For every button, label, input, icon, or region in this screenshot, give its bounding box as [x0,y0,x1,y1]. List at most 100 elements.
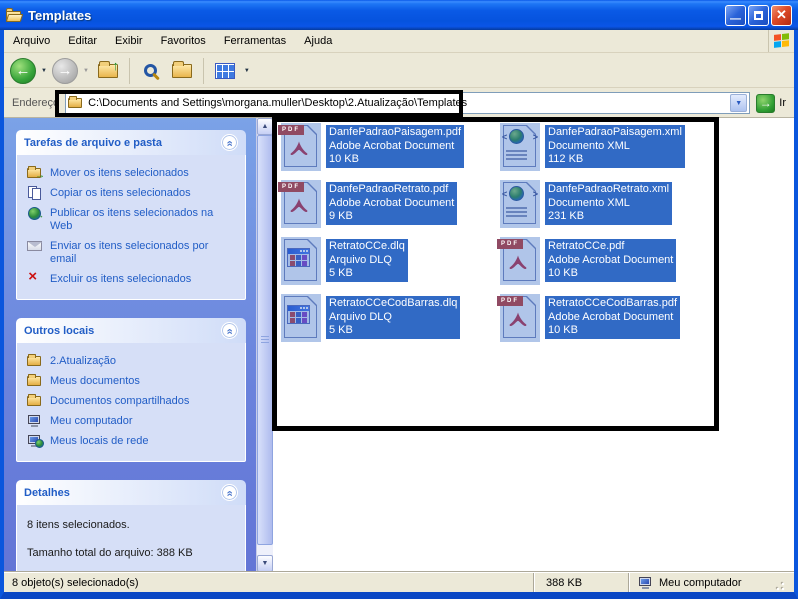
folder-window-icon [6,8,23,22]
task-item[interactable]: →× Enviar os itens selecionados por emai… [27,236,239,269]
back-dropdown-icon[interactable]: ▼ [39,68,49,74]
search-button[interactable] [137,57,165,85]
menu-item[interactable]: Ferramentas [215,32,295,50]
network-icon [27,434,43,448]
file-item[interactable]: PDF <> RetratoCCeCodBarras.dlq Arquivo D… [281,294,500,351]
status-location: Meu computador [628,573,794,592]
file-type: Adobe Acrobat Document [329,197,454,211]
file-size: 5 KB [329,324,457,338]
file-label: DanfePadraoPaisagem.xml Documento XML 11… [545,125,685,168]
place-label: Meus documentos [50,374,140,388]
task-item[interactable]: →× Copiar os itens selecionados [27,183,239,203]
file-size: 9 KB [329,210,454,224]
toolbar-separator [129,58,130,84]
file-type: Arquivo DLQ [329,311,457,325]
window-title: Templates [28,8,91,23]
copy-icon: →× [27,186,43,200]
panel-title: Tarefas de arquivo e pasta [24,137,221,149]
file-label: RetratoCCe.dlq Arquivo DLQ 5 KB [326,239,408,282]
forward-dropdown-icon[interactable]: ▼ [81,68,91,74]
address-input[interactable]: C:\Documents and Settings\morgana.muller… [65,92,750,114]
panel-other-places-header[interactable]: Outros locais « [16,318,246,343]
place-item[interactable]: Meu computador [27,411,239,431]
place-item[interactable]: Meus documentos [27,371,239,391]
file-item[interactable]: PDF <> RetratoCCe.dlq Arquivo DLQ 5 KB [281,237,500,294]
place-label: Meu computador [50,414,133,428]
task-item[interactable]: →× Mover os itens selecionados [27,163,239,183]
file-item[interactable]: PDF <> DanfePadraoRetrato.pdf Adobe Acro… [281,180,500,237]
chevron-up-icon[interactable]: « [221,484,238,501]
status-selection: 8 objeto(s) selecionado(s) [4,573,533,592]
folder-icon [27,354,43,368]
up-button[interactable]: ↑ [94,57,122,85]
details-body: 8 itens selecionados.Tamanho total do ar… [16,505,246,572]
file-name: RetratoCCeCodBarras.dlq [329,297,457,311]
place-item[interactable]: Documentos compartilhados [27,391,239,411]
menu-item[interactable]: Editar [59,32,106,50]
file-item[interactable]: PDF <> DanfePadraoPaisagem.pdf Adobe Acr… [281,123,500,180]
pdf-file-icon: PDF <> [500,294,540,342]
panel-file-tasks-header[interactable]: Tarefas de arquivo e pasta « [16,130,246,155]
file-item[interactable]: PDF <> RetratoCCeCodBarras.pdf Adobe Acr… [500,294,719,351]
file-name: DanfePadraoPaisagem.pdf [329,126,461,140]
scrollbar-track[interactable] [257,545,273,555]
other-places-list: 2.Atualização Meus documentos Documentos… [16,343,246,462]
scrollbar-thumb[interactable] [257,135,273,545]
sidebar-scrollbar: ▲ ▼ [256,118,273,572]
title-bar[interactable]: Templates — ✕ [0,0,798,30]
file-type: Adobe Acrobat Document [329,140,461,154]
files-grid: PDF <> DanfePadraoPaisagem.pdf Adobe Acr… [281,123,719,351]
file-type: Adobe Acrobat Document [548,311,677,325]
file-label: RetratoCCe.pdf Adobe Acrobat Document 10… [545,239,676,282]
file-item[interactable]: PDF <> DanfePadraoRetrato.xml Documento … [500,180,719,237]
chevron-up-icon[interactable]: « [221,322,238,339]
details-line: Tamanho total do arquivo: 388 KB [27,547,239,559]
go-button[interactable]: → [756,94,775,113]
menu-item[interactable]: Ajuda [295,32,341,50]
resize-grip[interactable] [772,578,786,592]
panel-details: Detalhes « 8 itens selecionados.Tamanho … [16,480,246,572]
toolbar: ← ▼ → ▼ ↑ ▼ [4,54,794,88]
menu-item[interactable]: Favoritos [152,32,215,50]
place-item[interactable]: Meus locais de rede [27,431,239,451]
menu-item[interactable]: Exibir [106,32,152,50]
move-icon: →× [27,166,43,180]
chevron-up-icon[interactable]: « [221,134,238,151]
scroll-down-button[interactable]: ▼ [257,555,273,572]
place-item[interactable]: 2.Atualização [27,351,239,371]
file-name: RetratoCCe.dlq [329,240,405,254]
minimize-button[interactable]: — [725,5,746,26]
scroll-up-button[interactable]: ▲ [257,118,273,135]
delete-icon: →× [27,272,43,286]
go-label: Ir [779,97,790,109]
task-item[interactable]: →× Publicar os itens selecionados na Web [27,203,239,236]
file-size: 10 KB [548,267,673,281]
file-list-area[interactable]: PDF <> DanfePadraoPaisagem.pdf Adobe Acr… [273,118,794,572]
close-button[interactable]: ✕ [771,5,792,26]
file-size: 10 KB [329,153,461,167]
file-name: RetratoCCe.pdf [548,240,673,254]
address-label: Endereço [8,97,65,109]
maximize-button[interactable] [748,5,769,26]
file-name: RetratoCCeCodBarras.pdf [548,297,677,311]
file-item[interactable]: PDF <> RetratoCCe.pdf Adobe Acrobat Docu… [500,237,719,294]
windows-logo-icon [768,30,794,52]
task-label: Mover os itens selecionados [50,166,189,180]
panel-details-header[interactable]: Detalhes « [16,480,246,505]
views-button[interactable] [211,57,239,85]
publish-icon: →× [27,206,43,220]
forward-button[interactable]: → [52,58,78,84]
pdf-file-icon: PDF <> [281,180,321,228]
status-location-label: Meu computador [659,577,742,589]
menu-item[interactable]: Arquivo [4,32,59,50]
back-button[interactable]: ← [10,58,36,84]
file-size: 112 KB [548,153,682,167]
views-dropdown-icon[interactable]: ▼ [242,68,252,74]
dlq-file-icon: PDF <> [281,237,321,285]
file-item[interactable]: PDF <> DanfePadraoPaisagem.xml Documento… [500,123,719,180]
address-dropdown-button[interactable]: ▼ [730,94,747,112]
file-name: DanfePadraoRetrato.pdf [329,183,454,197]
folders-icon [172,64,192,78]
folders-button[interactable] [168,57,196,85]
task-item[interactable]: →× Excluir os itens selecionados [27,269,239,289]
